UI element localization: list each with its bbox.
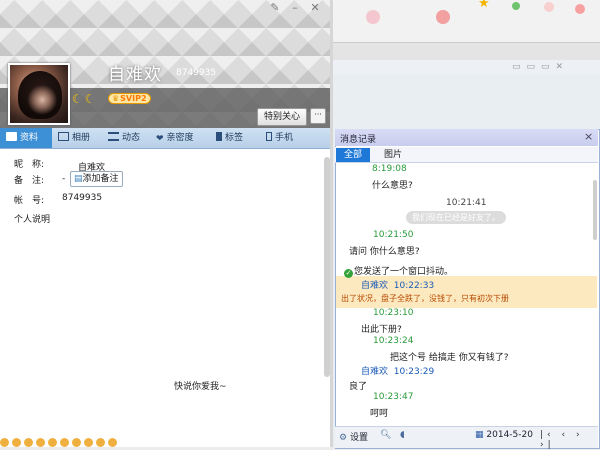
edit-icon[interactable]: ✎ [265, 1, 285, 14]
phone-icon [266, 132, 272, 141]
list-icon [108, 132, 119, 141]
browser-icon [366, 10, 380, 24]
nickname-label: 昵 称: [14, 160, 45, 170]
heart-icon: ❤ [156, 134, 164, 144]
badge-icon[interactable] [84, 438, 93, 447]
system-notice: 我们现在已经是好友了。 [406, 211, 506, 224]
badge-icon[interactable] [108, 438, 117, 447]
history-tabs [335, 147, 598, 163]
message-text: 什么意思? [372, 181, 413, 191]
special-care-button[interactable]: 特别关心 [257, 108, 307, 126]
profile-panel: ✎ – ✕ 自难欢 8749935 ☾☾ ♛SVIP2 特别关心 ··· 资料 相册… [0, 0, 330, 447]
account-label: 帐 号: [14, 196, 45, 206]
message-header: 自难欢 10:22:33 [361, 281, 435, 291]
date-picker[interactable]: ▦ 2014-5-20 [475, 430, 533, 440]
browser-icon [575, 4, 585, 14]
close-icon[interactable]: × [584, 130, 593, 143]
more-button[interactable]: ··· [310, 108, 326, 124]
message-text: 把这个号 给搞走 你又有钱了? [390, 353, 509, 363]
close-icon[interactable]: ✕ [305, 1, 325, 14]
badge-icon[interactable] [24, 438, 33, 447]
star-icon: ★ [478, 0, 490, 11]
browser-bookmark-bar [333, 42, 600, 62]
bio-text: 快说你爱我~ [174, 382, 227, 392]
browser-icon [544, 2, 554, 12]
message-time: 10:23:47 [373, 392, 414, 402]
crown-icon: ♛ [112, 94, 120, 103]
badge-icon[interactable] [12, 438, 21, 447]
browser-icon [512, 2, 520, 10]
speaker-icon[interactable]: ◖ [400, 430, 405, 440]
remark-dash: - [62, 174, 66, 184]
pagination-controls[interactable]: |‹ ‹ › ›| [540, 430, 600, 450]
message-time: 8:19:08 [372, 164, 407, 174]
avatar[interactable] [8, 63, 70, 125]
bottom-badge-icons [0, 438, 330, 447]
message-time: 10:23:24 [373, 336, 414, 346]
settings-button[interactable]: ⚙ 设置 [339, 430, 368, 443]
tab-feed[interactable]: 动态 [108, 128, 140, 148]
bookmark-icon [216, 132, 222, 141]
tab-intimacy[interactable]: ❤ 亲密度 [156, 128, 194, 148]
svip-badge[interactable]: ♛SVIP2 [108, 93, 151, 104]
profile-tabs: 资料 相册 动态 ❤ 亲密度 标签 手机 [0, 128, 330, 149]
message-time: 10:21:41 [446, 198, 487, 208]
tab-all[interactable]: 全部 [336, 148, 371, 162]
message-time: 10:21:50 [373, 230, 414, 240]
photo-icon [58, 132, 69, 141]
profile-nickname: 自难欢 [108, 65, 162, 85]
bio-label: 个人说明 [14, 215, 51, 225]
chat-window-controls[interactable]: ▭▭▭✕ [512, 62, 569, 72]
check-icon: ✓ [344, 269, 353, 278]
message-text: 呵呵 [370, 409, 389, 419]
add-remark-button[interactable]: ▤添加备注 [70, 171, 123, 187]
message-text: 请问 你什么意思? [349, 247, 420, 257]
history-title: 消息记录 [340, 135, 377, 145]
badge-icon[interactable] [96, 438, 105, 447]
badge-icon[interactable] [48, 438, 57, 447]
moon-icon: ☾ [72, 92, 85, 106]
tab-profile[interactable]: 资料 [0, 128, 52, 148]
account-value: 8749935 [62, 193, 103, 203]
tab-tags[interactable]: 标签 [216, 128, 243, 148]
shake-notice: ✓ 您发送了一个窗口抖动。 [344, 267, 454, 278]
profile-qq-number: 8749935 [176, 68, 217, 78]
message-text: 出了状况，盘子全跌了，没钱了，只有初次下册 [341, 294, 509, 303]
badge-icon[interactable] [36, 438, 45, 447]
message-header: 自难欢 10:23:29 [361, 367, 435, 377]
gear-icon: ⚙ [339, 433, 348, 443]
calendar-icon: ▦ [475, 430, 484, 440]
search-icon[interactable]: 🔍︎ [380, 430, 391, 440]
note-icon: ▤ [74, 174, 83, 184]
minimize-icon[interactable]: – [285, 1, 305, 14]
remark-label: 备 注: [14, 176, 45, 186]
id-card-icon [6, 132, 17, 141]
message-text: 良了 [349, 382, 368, 392]
message-time: 10:23:10 [373, 308, 414, 318]
message-text: 出此下册? [361, 325, 402, 335]
level-moon-icons[interactable]: ☾☾ [72, 92, 98, 106]
tab-album[interactable]: 相册 [58, 128, 90, 148]
window-controls: ✎ – ✕ [265, 1, 329, 15]
tab-pictures[interactable]: 图片 [376, 148, 410, 162]
history-scrollbar[interactable] [593, 180, 597, 240]
tab-mobile[interactable]: 手机 [266, 128, 293, 148]
browser-icon [436, 10, 450, 24]
moon-icon: ☾ [84, 92, 98, 106]
badge-icon[interactable] [0, 438, 9, 447]
badge-icon[interactable] [72, 438, 81, 447]
badge-icon[interactable] [60, 438, 69, 447]
